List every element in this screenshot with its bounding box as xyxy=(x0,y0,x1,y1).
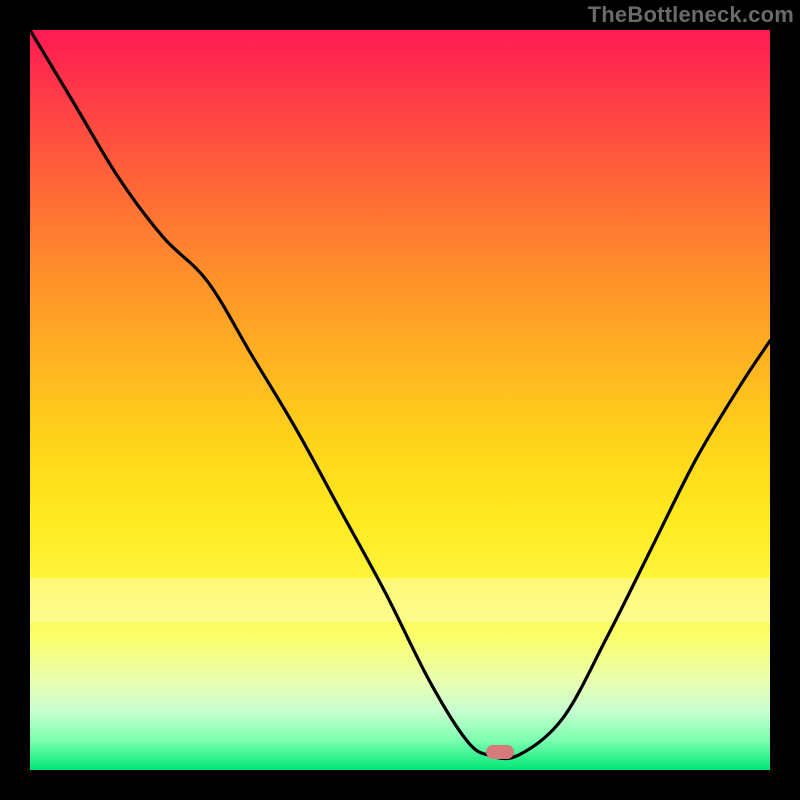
plot-area xyxy=(30,30,770,770)
watermark-text: TheBottleneck.com xyxy=(588,2,794,28)
valley-marker xyxy=(486,745,514,759)
bottleneck-curve xyxy=(30,30,770,770)
chart-container: TheBottleneck.com xyxy=(0,0,800,800)
